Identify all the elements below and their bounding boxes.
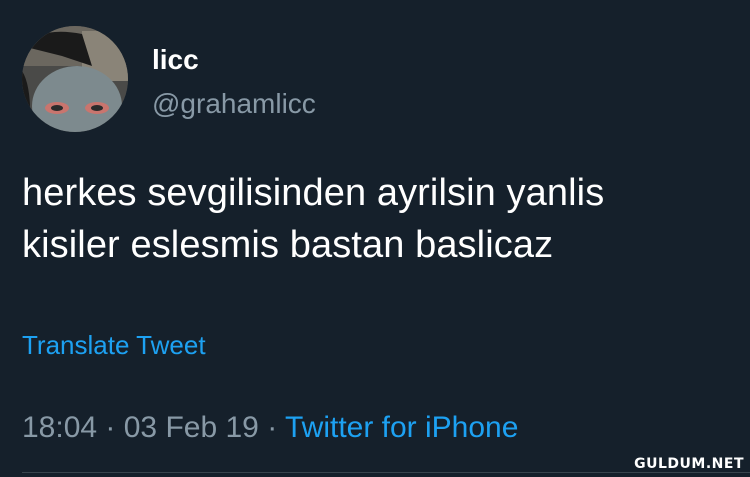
meta-separator: · xyxy=(97,411,124,444)
meta-separator: · xyxy=(258,411,285,444)
tweet-text-line: herkes sevgilisinden ayrilsin yanlis xyxy=(22,172,605,214)
avatar[interactable] xyxy=(22,26,128,132)
tweet-source-link[interactable]: Twitter for iPhone xyxy=(285,411,518,444)
tweet-time: 18:04 xyxy=(22,411,98,444)
watermark: GULDUM.NET xyxy=(634,456,744,472)
tweet-text-line: kisiler eslesmis bastan baslicaz xyxy=(22,224,554,266)
tweet-card: licc @grahamlicc herkes sevgilisinden ay… xyxy=(0,0,750,477)
tweet-text: herkes sevgilisinden ayrilsin yanlis kis… xyxy=(22,167,732,271)
display-name[interactable]: licc xyxy=(152,42,199,78)
avatar-image xyxy=(22,26,128,132)
tweet-date: 03 Feb 19 xyxy=(123,411,259,444)
tweet-metadata: 18:04 · 03 Feb 19 · Twitter for iPhone xyxy=(22,408,518,448)
user-handle[interactable]: @grahamlicc xyxy=(152,86,316,122)
translate-tweet-link[interactable]: Translate Tweet xyxy=(22,328,206,362)
divider xyxy=(22,472,750,473)
